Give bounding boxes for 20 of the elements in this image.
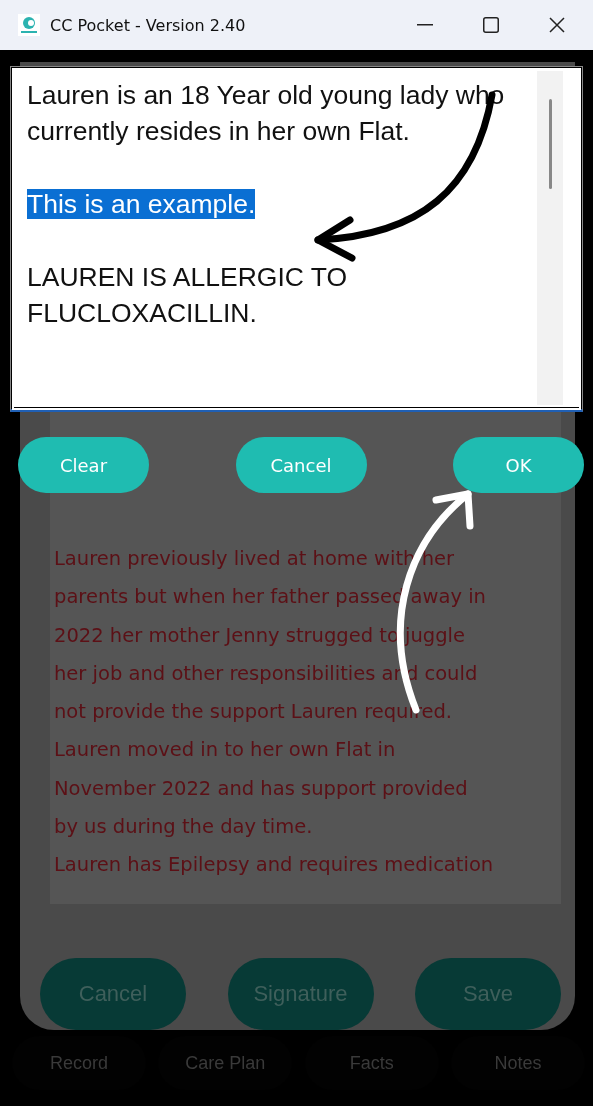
note-line: Lauren moved in to her own Flat in [54, 737, 397, 764]
note-line: November 2022 and has support provided [54, 775, 469, 802]
minimize-icon[interactable] [417, 24, 433, 26]
note-line: not provide the support Lauren required. [54, 699, 454, 726]
dialog-button[interactable]: OK [453, 437, 584, 493]
form-button[interactable]: Signature [227, 958, 374, 1030]
app-logo-icon [18, 14, 40, 36]
dialog-button[interactable]: Clear [18, 437, 149, 493]
note-text-area[interactable] [50, 412, 561, 904]
maximize-icon[interactable] [483, 17, 499, 33]
form-button[interactable]: Save [415, 958, 561, 1030]
window-title: CC Pocket - Version 2.40 [50, 15, 246, 35]
editor-paragraph: LAUREN IS ALLERGIC TO FLUCLOXACILLIN. [27, 262, 348, 328]
editor-paragraph: This is an example. [27, 189, 256, 219]
close-icon[interactable] [549, 17, 565, 33]
form-button[interactable]: Cancel [40, 958, 186, 1030]
dialog-button[interactable]: Cancel [235, 437, 367, 493]
scrollbar[interactable] [537, 71, 563, 405]
note-line: Lauren has Epilepsy and requires medication [54, 852, 495, 879]
note-line: by us during the day time. [54, 814, 314, 841]
